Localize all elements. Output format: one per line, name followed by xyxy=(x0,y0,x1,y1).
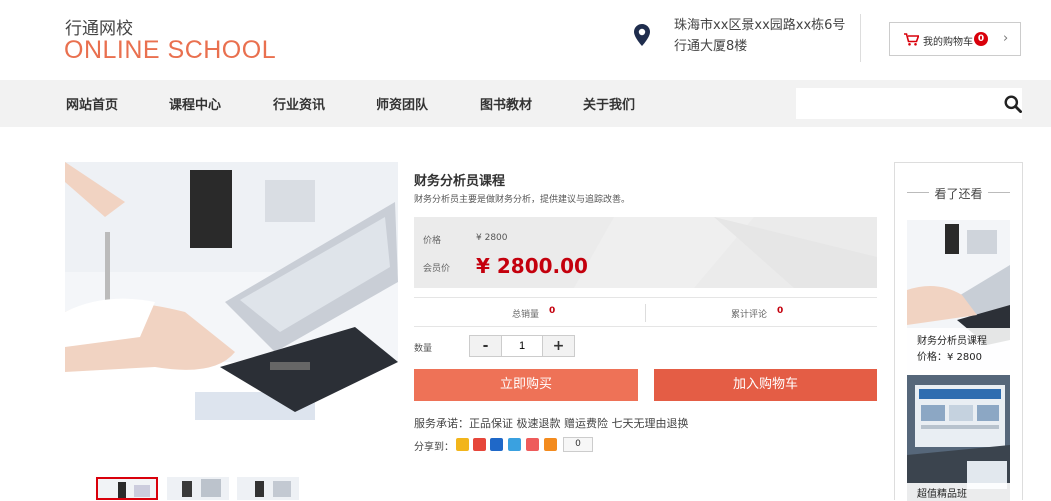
location-pin-icon xyxy=(634,24,650,46)
quantity-label: 数量 xyxy=(414,344,433,354)
share-label: 分享到： xyxy=(414,442,454,453)
reviews-label: 累计评论 xyxy=(731,310,768,320)
logo-english[interactable]: ONLINE SCHOOL xyxy=(64,36,276,65)
quantity-decrease-button[interactable]: - xyxy=(470,336,502,356)
sidebar-title-line-right xyxy=(988,192,1010,193)
thumbnail-2[interactable] xyxy=(167,477,229,500)
nav-item-news[interactable]: 行业资讯 xyxy=(273,94,325,113)
quantity-increase-button[interactable]: + xyxy=(542,336,574,356)
qzone-icon[interactable] xyxy=(456,438,469,451)
site-header: 行通网校 ONLINE SCHOOL 珠海市xx区景xx园路xx栋6号 行通大厦… xyxy=(0,0,1051,80)
share-count: 0 xyxy=(563,437,593,452)
related-course-card-2[interactable]: 超值精品班 xyxy=(907,375,1010,501)
member-price-value: ¥ 2800.00 xyxy=(476,254,588,278)
cart-count-badge: 0 xyxy=(974,32,988,46)
renren-icon[interactable] xyxy=(490,438,503,451)
price-label: 价格 xyxy=(423,236,442,246)
more-share-icon[interactable] xyxy=(544,438,557,451)
tencent-weibo-icon[interactable] xyxy=(508,438,521,451)
thumbnail-3[interactable] xyxy=(237,477,299,500)
related-sidebar: 看了还看 财务分析员课程 价格：¥ 2800 超值精品班 xyxy=(894,162,1023,501)
quantity-stepper: - + xyxy=(469,335,575,357)
nav-item-courses[interactable]: 课程中心 xyxy=(169,94,221,113)
thumbnail-1[interactable] xyxy=(96,477,158,500)
weibo-icon[interactable] xyxy=(473,438,486,451)
qq-icon[interactable] xyxy=(526,438,539,451)
related-course-card[interactable]: 财务分析员课程 价格：¥ 2800 xyxy=(907,220,1010,370)
address-line-1: 珠海市xx区景xx园路xx栋6号 xyxy=(674,18,846,33)
nav-item-teachers[interactable]: 师资团队 xyxy=(376,94,428,113)
product-description: 财务分析员主要是做财务分析，提供建议与追踪改善。 xyxy=(414,195,631,205)
service-promise: 服务承诺：正品保证 极速退款 赠运费险 七天无理由退换 xyxy=(414,417,689,430)
product-title: 财务分析员课程 xyxy=(414,174,506,189)
nav-item-about[interactable]: 关于我们 xyxy=(583,94,635,113)
related-course-caption: 财务分析员课程 价格：¥ 2800 xyxy=(907,328,1010,370)
price-panel: 价格 ¥ 2800 会员价 ¥ 2800.00 xyxy=(414,217,877,288)
sales-label: 总销量 xyxy=(512,310,540,320)
search-icon[interactable] xyxy=(1004,95,1022,113)
chevron-right-icon: › xyxy=(1003,31,1009,46)
cart-icon xyxy=(904,33,919,46)
member-price-label: 会员价 xyxy=(423,264,451,274)
quantity-input[interactable] xyxy=(502,336,542,356)
search-input[interactable] xyxy=(796,88,1022,119)
address-line-2: 行通大厦8楼 xyxy=(674,39,748,54)
header-divider xyxy=(860,14,861,62)
buy-now-button[interactable]: 立即购买 xyxy=(414,369,638,401)
related-course-name-2: 超值精品班 xyxy=(907,483,1010,501)
nav-item-books[interactable]: 图书教材 xyxy=(480,94,532,113)
stats-divider xyxy=(645,304,646,322)
sales-value: 0 xyxy=(549,306,556,316)
price-value: ¥ 2800 xyxy=(476,233,508,243)
product-photo xyxy=(65,162,398,424)
cart-label: 我的购物车 xyxy=(923,37,973,48)
related-course-name: 财务分析员课程 xyxy=(917,336,987,347)
product-main-image[interactable] xyxy=(65,162,398,424)
related-course-price: 价格：¥ 2800 xyxy=(917,352,982,363)
address: 珠海市xx区景xx园路xx栋6号 行通大厦8楼 xyxy=(674,15,845,57)
sidebar-title: 看了还看 xyxy=(934,187,983,201)
nav-item-home[interactable]: 网站首页 xyxy=(66,94,118,113)
reviews-value: 0 xyxy=(777,306,784,316)
my-cart-button[interactable]: 我的购物车 0 › xyxy=(889,22,1021,56)
add-to-cart-button[interactable]: 加入购物车 xyxy=(654,369,877,401)
product-stats: 总销量 0 累计评论 0 xyxy=(414,297,877,327)
